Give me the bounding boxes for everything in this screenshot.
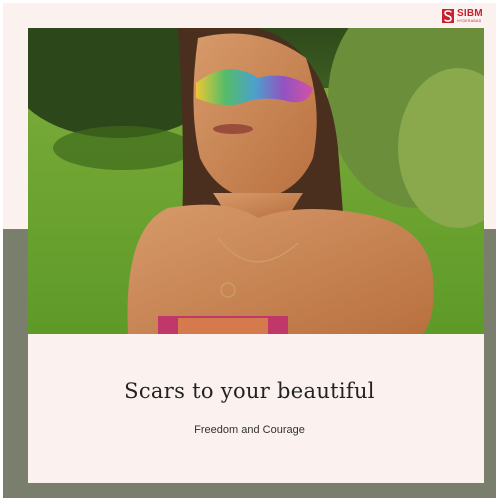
post-frame: SIBM HYDERABAD Scars to your beautiful F…	[0, 0, 499, 501]
post-subtitle: Freedom and Courage	[194, 424, 305, 436]
sibm-logo-icon	[442, 9, 454, 23]
post-title: Scars to your beautiful	[124, 379, 375, 403]
portrait-illustration	[28, 28, 484, 334]
caption-card	[28, 334, 484, 483]
portrait-photo	[28, 28, 484, 334]
sibm-logo: SIBM HYDERABAD	[442, 7, 494, 25]
logo-name: SIBM	[457, 7, 483, 19]
logo-subtext: HYDERABAD	[457, 18, 482, 23]
